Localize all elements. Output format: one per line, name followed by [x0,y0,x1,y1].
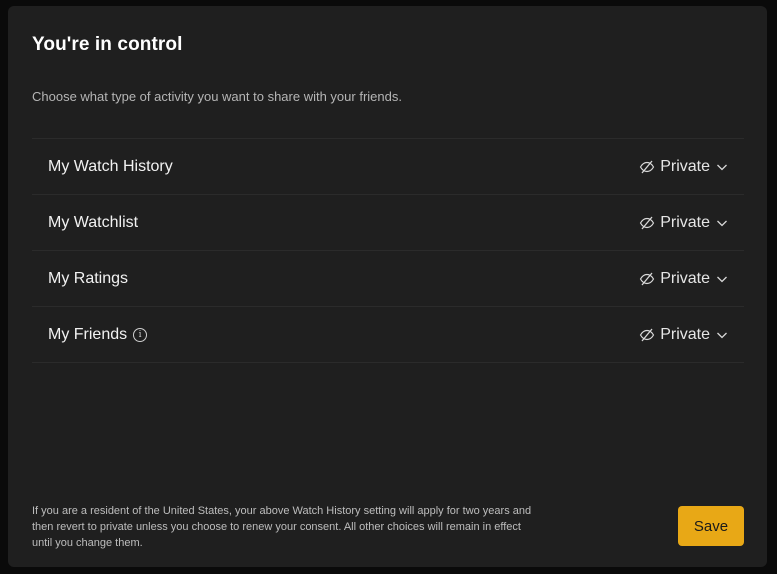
setting-row-friends: My Friends i Private [32,307,744,363]
eye-slash-icon [640,328,655,341]
modal-title: You're in control [32,34,183,55]
eye-slash-icon [640,160,655,173]
setting-row-watchlist: My Watchlist Private [32,195,744,251]
info-icon[interactable]: i [133,327,148,342]
modal-subtitle: Choose what type of activity you want to… [32,89,402,104]
chevron-down-icon [717,276,727,282]
eye-slash-icon [640,272,655,285]
setting-label-watch-history: My Watch History [48,157,173,175]
privacy-value: Private [660,325,710,343]
eye-slash-icon [640,216,655,229]
consent-disclaimer: If you are a resident of the United Stat… [32,505,532,549]
privacy-value: Private [660,269,710,287]
privacy-value: Private [660,213,710,231]
save-button[interactable]: Save [678,506,744,546]
privacy-dropdown-friends[interactable]: Private [639,326,728,344]
privacy-dropdown-watch-history[interactable]: Private [639,158,728,176]
privacy-settings-modal: You're in control Choose what type of ac… [8,6,767,567]
privacy-dropdown-watchlist[interactable]: Private [639,214,728,232]
privacy-value: Private [660,157,710,175]
chevron-down-icon [717,220,727,226]
chevron-down-icon [717,164,727,170]
setting-label-watchlist: My Watchlist [48,213,139,231]
setting-row-watch-history: My Watch History Private [32,139,744,195]
friends-label-text: My Friends [48,325,128,343]
privacy-dropdown-ratings[interactable]: Private [639,270,728,288]
setting-label-ratings: My Ratings [48,269,129,287]
chevron-down-icon [717,332,727,338]
activity-sharing-list: My Watch History Private My Watchlist Pr… [32,138,744,363]
setting-row-ratings: My Ratings Private [32,251,744,307]
setting-label-friends: My Friends i [48,325,148,344]
